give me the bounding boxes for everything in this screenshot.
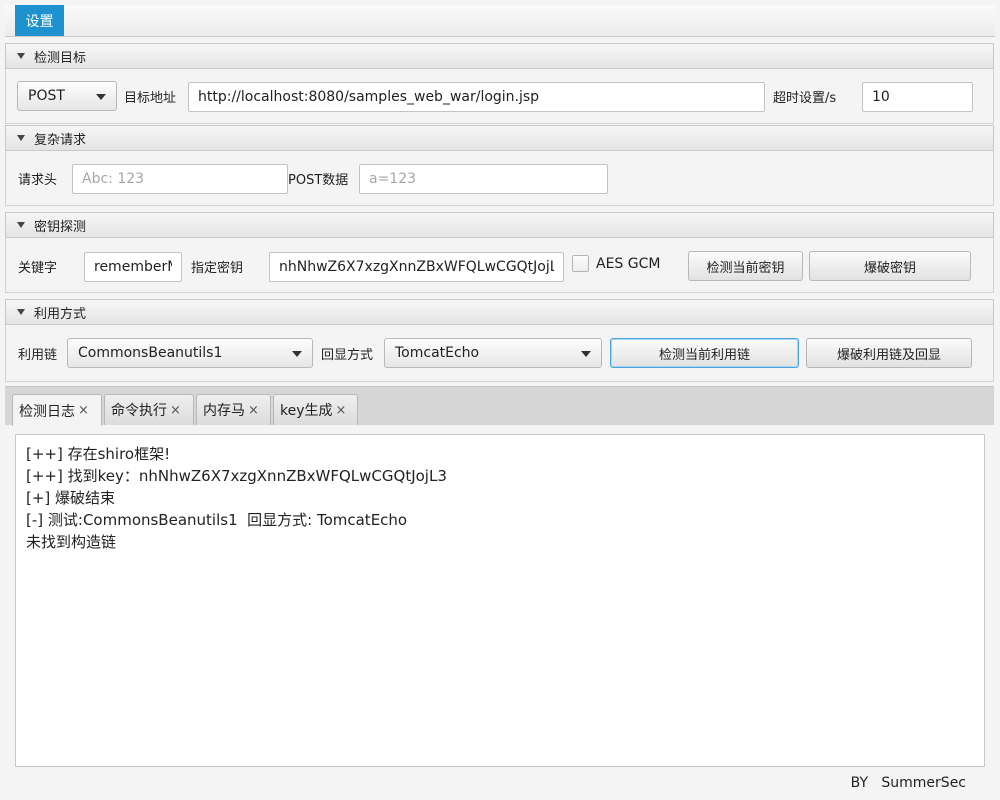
timeout-input[interactable] bbox=[862, 82, 973, 112]
section-title-key: 密钥探测 bbox=[34, 219, 87, 235]
method-select-value: POST bbox=[28, 88, 65, 104]
collapse-triangle-icon bbox=[17, 135, 25, 141]
echo-label: 回显方式 bbox=[321, 348, 374, 363]
close-icon[interactable]: × bbox=[170, 403, 181, 418]
chain-label: 利用链 bbox=[18, 348, 58, 363]
detect-key-button[interactable]: 检测当前密钥 bbox=[688, 251, 803, 281]
tab-command-exec-label: 命令执行 bbox=[111, 403, 167, 419]
chevron-down-icon bbox=[581, 351, 591, 357]
menu-bar: 设置 bbox=[5, 5, 995, 37]
log-line: [+] 爆破结束 bbox=[26, 489, 116, 507]
tab-keygen-label: key生成 bbox=[280, 403, 333, 419]
method-select[interactable]: POST bbox=[17, 81, 117, 111]
menu-settings[interactable]: 设置 bbox=[15, 5, 64, 36]
section-title-exploit: 利用方式 bbox=[34, 306, 87, 322]
section-header-key[interactable]: 密钥探测 bbox=[5, 212, 994, 238]
section-title-target: 检测目标 bbox=[34, 50, 87, 66]
detect-chain-button[interactable]: 检测当前利用链 bbox=[610, 338, 799, 368]
section-header-target[interactable]: 检测目标 bbox=[5, 43, 994, 69]
echo-select[interactable]: TomcatEcho bbox=[384, 338, 602, 368]
section-body-exploit: 利用链 CommonsBeanutils1 回显方式 TomcatEcho 检测… bbox=[5, 325, 994, 382]
close-icon[interactable]: × bbox=[336, 403, 347, 418]
echo-select-value: TomcatEcho bbox=[395, 345, 480, 361]
section-title-complex: 复杂请求 bbox=[34, 132, 87, 148]
post-input[interactable] bbox=[359, 164, 608, 194]
log-line: [-] 测试:CommonsBeanutils1 回显方式: TomcatEch… bbox=[26, 511, 408, 529]
collapse-triangle-icon bbox=[17, 53, 25, 59]
post-label: POST数据 bbox=[288, 173, 349, 188]
tab-keygen[interactable]: key生成 × bbox=[273, 394, 358, 425]
keyword-label: 关键字 bbox=[18, 261, 58, 276]
section-header-complex[interactable]: 复杂请求 bbox=[5, 125, 994, 151]
section-body-key: 关键字 指定密钥 AES GCM 检测当前密钥 爆破密钥 bbox=[5, 238, 994, 293]
timeout-label: 超时设置/s bbox=[773, 91, 837, 106]
key-input[interactable] bbox=[269, 252, 564, 282]
log-line: 未找到构造链 bbox=[26, 533, 117, 551]
url-input[interactable] bbox=[188, 82, 765, 112]
log-textarea[interactable]: [++] 存在shiro框架! [++] 找到key：nhNhwZ6X7xzgX… bbox=[15, 434, 985, 767]
aes-gcm-checkbox[interactable] bbox=[572, 255, 589, 272]
chevron-down-icon bbox=[292, 351, 302, 357]
specify-key-label: 指定密钥 bbox=[191, 261, 244, 276]
collapse-triangle-icon bbox=[17, 222, 25, 228]
header-input[interactable] bbox=[72, 164, 288, 194]
aes-gcm-label: AES GCM bbox=[596, 256, 661, 272]
brute-key-button[interactable]: 爆破密钥 bbox=[809, 251, 971, 281]
tab-memshell-label: 内存马 bbox=[203, 403, 245, 419]
brute-chain-button[interactable]: 爆破利用链及回显 bbox=[806, 338, 972, 368]
chevron-down-icon bbox=[96, 94, 106, 100]
chain-select[interactable]: CommonsBeanutils1 bbox=[67, 338, 313, 368]
close-icon[interactable]: × bbox=[78, 403, 89, 418]
close-icon[interactable]: × bbox=[248, 403, 259, 418]
log-line: [++] 找到key：nhNhwZ6X7xzgXnnZBxWFQLwCGQtJo… bbox=[26, 467, 447, 485]
collapse-triangle-icon bbox=[17, 309, 25, 315]
footer-credit: BY SummerSec bbox=[850, 775, 966, 791]
section-header-exploit[interactable]: 利用方式 bbox=[5, 299, 994, 325]
tab-detect-log-label: 检测日志 bbox=[19, 403, 75, 420]
header-label: 请求头 bbox=[18, 173, 58, 188]
tab-detect-log[interactable]: 检测日志 × bbox=[12, 394, 102, 426]
tab-bar: 检测日志 × 命令执行 × 内存马 × key生成 × bbox=[5, 386, 994, 426]
section-body-target: POST 目标地址 超时设置/s bbox=[5, 69, 994, 124]
tab-memshell[interactable]: 内存马 × bbox=[196, 394, 271, 425]
log-line: [++] 存在shiro框架! bbox=[26, 445, 171, 463]
url-label: 目标地址 bbox=[124, 91, 177, 106]
keyword-input[interactable] bbox=[84, 252, 182, 282]
tab-command-exec[interactable]: 命令执行 × bbox=[104, 394, 194, 425]
chain-select-value: CommonsBeanutils1 bbox=[78, 345, 223, 361]
section-body-complex: 请求头 POST数据 bbox=[5, 151, 994, 206]
